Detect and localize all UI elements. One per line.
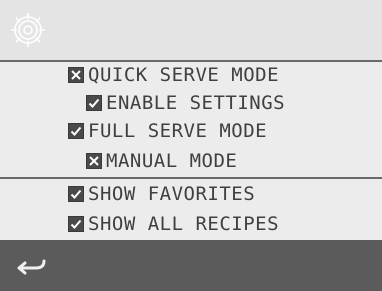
option-label: SHOW FAVORITES	[88, 183, 256, 205]
checkbox-check-icon[interactable]	[86, 95, 102, 111]
checkbox-x-icon[interactable]	[86, 153, 102, 169]
option-label: FULL SERVE MODE	[88, 120, 268, 142]
option-full-serve-mode[interactable]: FULL SERVE MODE	[68, 117, 267, 145]
option-manual-mode[interactable]: MANUAL MODE	[86, 147, 237, 175]
option-show-favorites[interactable]: SHOW FAVORITES	[68, 180, 255, 208]
option-label: SHOW ALL RECIPES	[88, 213, 280, 235]
checkbox-check-icon[interactable]	[68, 216, 84, 232]
footer-bar	[0, 240, 382, 291]
option-show-all-recipes[interactable]: SHOW ALL RECIPES	[68, 210, 279, 238]
option-quick-serve-mode[interactable]: QUICK SERVE MODE	[68, 61, 279, 89]
header-bar	[0, 0, 382, 60]
back-arrow-icon[interactable]	[10, 252, 50, 280]
gear-icon[interactable]	[8, 10, 48, 50]
option-label: MANUAL MODE	[106, 150, 238, 172]
checkbox-check-icon[interactable]	[68, 186, 84, 202]
option-label: QUICK SERVE MODE	[88, 64, 280, 86]
settings-screen: QUICK SERVE MODE ENABLE SETTINGS FULL SE…	[0, 0, 382, 291]
option-enable-settings[interactable]: ENABLE SETTINGS	[86, 89, 285, 117]
option-label: ENABLE SETTINGS	[106, 92, 286, 114]
checkbox-check-icon[interactable]	[68, 123, 84, 139]
checkbox-x-icon[interactable]	[68, 67, 84, 83]
section-divider	[0, 177, 382, 179]
